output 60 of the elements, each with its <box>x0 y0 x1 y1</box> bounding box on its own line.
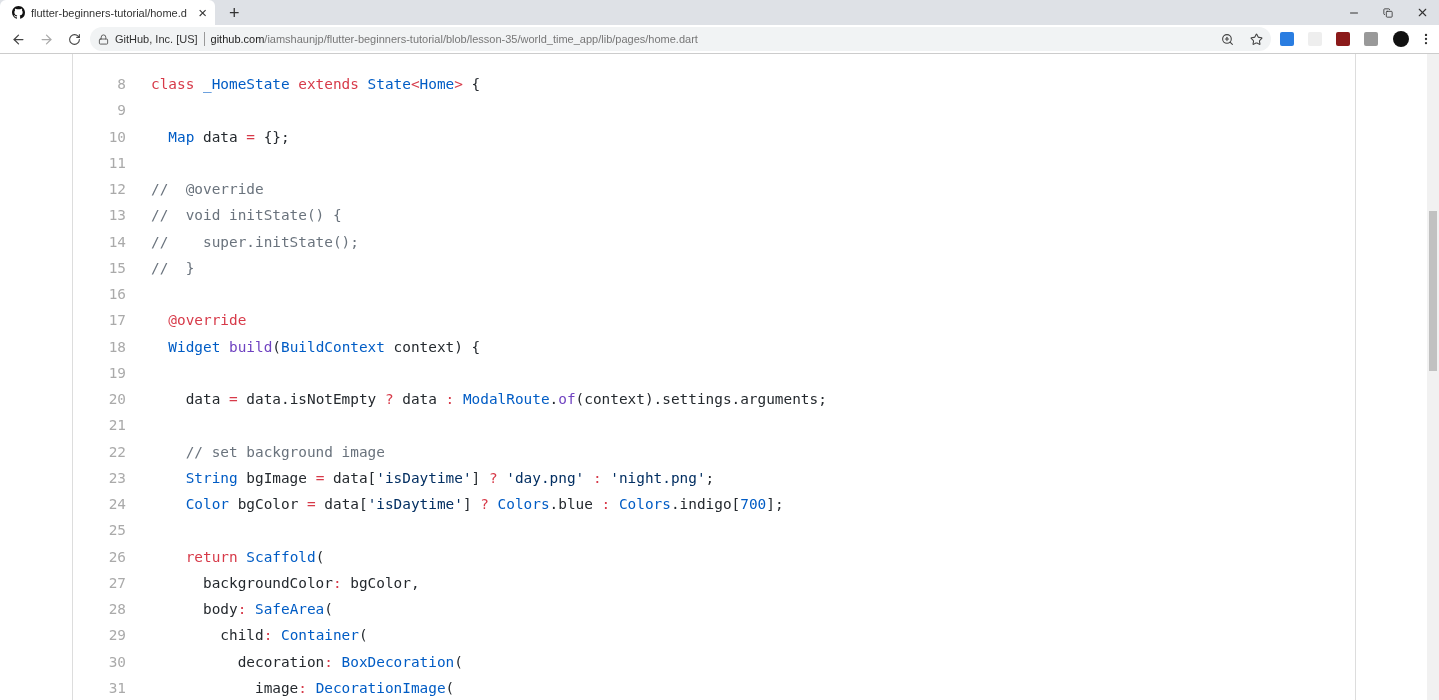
code-line: body: SafeArea( <box>201 601 333 618</box>
line-number: 25 <box>107 522 126 539</box>
line-number: 11 <box>107 154 126 171</box>
line-number: 12 <box>107 181 126 198</box>
code-line: // super.initState(); <box>151 233 359 250</box>
url-text: github.com/iamshaunjp/flutter-beginners-tutorial/blob/lesson-35/world_time_app/lib/pages/home.dart <box>210 33 699 45</box>
line-number: 16 <box>107 286 126 303</box>
line-number: 22 <box>107 443 126 460</box>
site-identity: GitHub, Inc. [US] <box>115 33 198 45</box>
extension-icon[interactable] <box>1364 32 1378 46</box>
code-line: // } <box>151 259 195 276</box>
code-line: image: DecorationImage( <box>253 679 455 696</box>
line-number: 19 <box>107 364 126 381</box>
tab-close-button[interactable]: × <box>198 5 207 20</box>
line-number: 23 <box>107 469 126 486</box>
browser-tab[interactable]: flutter-beginners-tutorial/home.d × <box>0 0 215 25</box>
code-line: @override <box>167 312 247 329</box>
code-line: // @override <box>151 181 264 198</box>
avatar-icon[interactable] <box>1393 31 1409 47</box>
reload-icon <box>67 32 81 46</box>
code-line: return Scaffold( <box>184 548 325 565</box>
extension-icon[interactable] <box>1280 32 1294 46</box>
line-number: 9 <box>116 102 126 119</box>
line-number: 17 <box>107 312 126 329</box>
line-number: 10 <box>107 128 126 145</box>
forward-arrow-icon <box>38 31 54 47</box>
tab-title: flutter-beginners-tutorial/home.d <box>31 6 188 19</box>
scrollbar-thumb[interactable] <box>1429 211 1437 371</box>
line-number: 14 <box>107 233 126 250</box>
zoom-icon[interactable] <box>1221 32 1234 46</box>
new-tab-button[interactable]: + <box>223 3 246 23</box>
code-line: Map data = {}; <box>167 128 290 145</box>
line-number: 30 <box>107 653 126 670</box>
line-number: 21 <box>107 417 126 434</box>
code-line: // void initState() { <box>151 207 342 224</box>
code-line: child: Container( <box>219 627 368 644</box>
address-field[interactable]: GitHub, Inc. [US] github.com/iamshaunjp/flutter-beginners-tutorial/blob/lesson-35/world_time_app/lib/pages/home.dart <box>90 27 1271 51</box>
line-number: 28 <box>107 601 126 618</box>
line-number: 15 <box>107 259 126 276</box>
line-number: 26 <box>107 548 126 565</box>
star-icon[interactable] <box>1250 32 1263 46</box>
code-line: class _HomeState extends State<Home> { <box>151 76 481 93</box>
line-number: 27 <box>107 574 126 591</box>
line-number: 31 <box>107 679 126 696</box>
code-line: String bgImage = data['isDaytime'] ? 'day.png' : 'night.png'; <box>184 469 715 486</box>
line-number: 29 <box>107 627 126 644</box>
line-number: 13 <box>107 207 126 224</box>
line-number: 20 <box>107 391 126 408</box>
code-line: decoration: BoxDecoration( <box>236 653 463 670</box>
restore-icon <box>1383 7 1393 18</box>
lock-icon <box>98 33 109 45</box>
code-line: Widget build(BuildContext context) { <box>167 338 481 355</box>
code-line: data = data.isNotEmpty ? data : ModalRoute.of(context).settings.arguments; <box>184 391 827 408</box>
line-number: 8 <box>116 76 126 93</box>
line-number: 18 <box>107 338 126 355</box>
code-line: // set background image <box>184 443 385 460</box>
octocat-icon <box>12 6 25 19</box>
line-number: 24 <box>107 496 126 513</box>
code-line: Color bgColor = data['isDaytime'] ? Colors.blue : Colors.indigo[700]; <box>184 496 784 513</box>
code-line: backgroundColor: bgColor, <box>201 574 420 591</box>
